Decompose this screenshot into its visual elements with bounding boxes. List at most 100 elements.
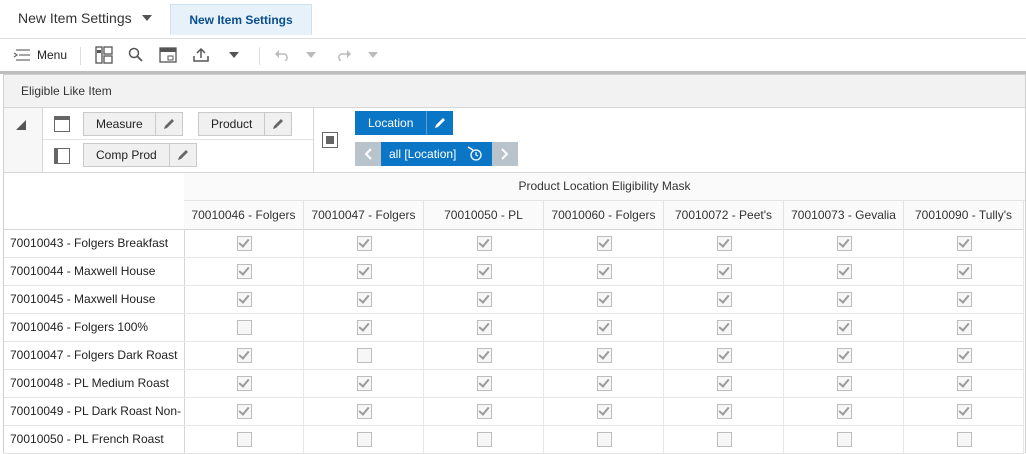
export-dropdown-button[interactable] [224,39,244,71]
eligibility-checkbox[interactable] [357,320,372,335]
eligibility-checkbox[interactable] [357,236,372,251]
product-tile[interactable]: Product [198,112,293,136]
column-header[interactable]: 70010050 - PL [424,201,544,230]
eligibility-checkbox[interactable] [477,432,492,447]
comp-prod-tile[interactable]: Comp Prod [83,143,197,167]
undo-dropdown-button[interactable] [302,39,320,71]
column-header[interactable]: 70010072 - Peet's [664,201,784,230]
row-header[interactable]: 70010048 - PL Medium Roast [4,370,185,398]
eligibility-checkbox[interactable] [837,236,852,251]
edit-icon[interactable] [156,113,182,135]
eligibility-checkbox[interactable] [957,320,972,335]
redo-button[interactable] [334,39,354,71]
eligibility-checkbox[interactable] [357,264,372,279]
eligibility-checkbox[interactable] [237,432,252,447]
eligibility-checkbox[interactable] [477,404,492,419]
eligibility-checkbox[interactable] [237,236,252,251]
eligibility-checkbox[interactable] [837,292,852,307]
eligibility-checkbox[interactable] [597,376,612,391]
menu-button[interactable]: Menu [10,39,70,71]
row-header[interactable]: 70010043 - Folgers Breakfast [4,230,185,258]
eligibility-checkbox[interactable] [837,320,852,335]
eligibility-checkbox[interactable] [477,348,492,363]
export-button[interactable] [189,39,213,71]
column-header[interactable]: 70010046 - Folgers [184,201,304,230]
eligibility-checkbox[interactable] [477,236,492,251]
grid-cell [784,230,904,258]
eligibility-checkbox[interactable] [597,348,612,363]
eligibility-checkbox[interactable] [957,376,972,391]
eligibility-checkbox[interactable] [597,264,612,279]
format-button[interactable] [156,39,180,71]
eligibility-checkbox[interactable] [957,432,972,447]
eligibility-checkbox[interactable] [717,264,732,279]
edit-icon[interactable] [265,113,291,135]
eligibility-checkbox[interactable] [237,376,252,391]
eligibility-checkbox[interactable] [717,404,732,419]
eligibility-checkbox[interactable] [717,320,732,335]
layout-button[interactable] [92,39,116,71]
measure-tile[interactable]: Measure [83,112,183,136]
eligibility-checkbox[interactable] [477,292,492,307]
grid-cell [784,370,904,398]
row-header[interactable]: 70010050 - PL French Roast [4,426,185,454]
eligibility-checkbox[interactable] [957,404,972,419]
column-header[interactable]: 70010060 - Folgers [544,201,664,230]
divider [43,139,313,140]
eligibility-checkbox[interactable] [837,432,852,447]
eligibility-checkbox[interactable] [957,264,972,279]
edit-icon[interactable] [170,144,196,166]
row-header[interactable]: 70010049 - PL Dark Roast Non- [4,398,185,426]
eligibility-checkbox[interactable] [357,292,372,307]
eligibility-checkbox[interactable] [597,236,612,251]
eligibility-checkbox[interactable] [357,376,372,391]
location-nav-selector[interactable]: all [Location] [381,142,493,166]
eligibility-checkbox[interactable] [957,348,972,363]
eligibility-checkbox[interactable] [357,432,372,447]
eligibility-checkbox[interactable] [837,348,852,363]
edit-icon[interactable] [427,111,454,135]
location-tile[interactable]: Location [355,111,454,135]
eligibility-checkbox[interactable] [597,432,612,447]
eligibility-checkbox[interactable] [717,292,732,307]
pivot-collapse-button[interactable] [4,108,43,172]
eligibility-checkbox[interactable] [597,320,612,335]
row-header[interactable]: 70010047 - Folgers Dark Roast [4,342,185,370]
eligibility-checkbox[interactable] [237,320,252,335]
tab-new-item-settings[interactable]: New Item Settings [170,4,312,35]
eligibility-checkbox[interactable] [717,236,732,251]
eligibility-checkbox[interactable] [237,292,252,307]
eligibility-checkbox[interactable] [957,292,972,307]
eligibility-checkbox[interactable] [597,292,612,307]
eligibility-checkbox[interactable] [717,348,732,363]
eligibility-checkbox[interactable] [717,376,732,391]
column-header[interactable]: 70010047 - Folgers [304,201,424,230]
eligibility-checkbox[interactable] [597,404,612,419]
next-button[interactable] [492,142,519,166]
workspace-dropdown[interactable]: New Item Settings [18,10,152,26]
redo-dropdown-button[interactable] [364,39,382,71]
eligibility-checkbox[interactable] [837,264,852,279]
eligibility-checkbox[interactable] [477,376,492,391]
eligibility-checkbox[interactable] [837,404,852,419]
eligibility-checkbox[interactable] [477,264,492,279]
column-header[interactable]: 70010090 - Tully's [904,201,1024,230]
undo-button[interactable] [272,39,292,71]
eligibility-checkbox[interactable] [837,376,852,391]
row-header[interactable]: 70010046 - Folgers 100% [4,314,185,342]
find-button[interactable] [124,39,148,71]
chevron-left-icon [364,148,372,160]
eligibility-checkbox[interactable] [357,404,372,419]
eligibility-checkbox[interactable] [237,348,252,363]
eligibility-checkbox[interactable] [357,348,372,363]
row-header[interactable]: 70010045 - Maxwell House [4,286,185,314]
eligibility-checkbox[interactable] [717,432,732,447]
grid-cell [304,314,424,342]
eligibility-checkbox[interactable] [237,264,252,279]
previous-button[interactable] [355,142,381,166]
row-header[interactable]: 70010044 - Maxwell House [4,258,185,286]
eligibility-checkbox[interactable] [237,404,252,419]
column-header[interactable]: 70010073 - Gevalia [784,201,904,230]
eligibility-checkbox[interactable] [477,320,492,335]
eligibility-checkbox[interactable] [957,236,972,251]
